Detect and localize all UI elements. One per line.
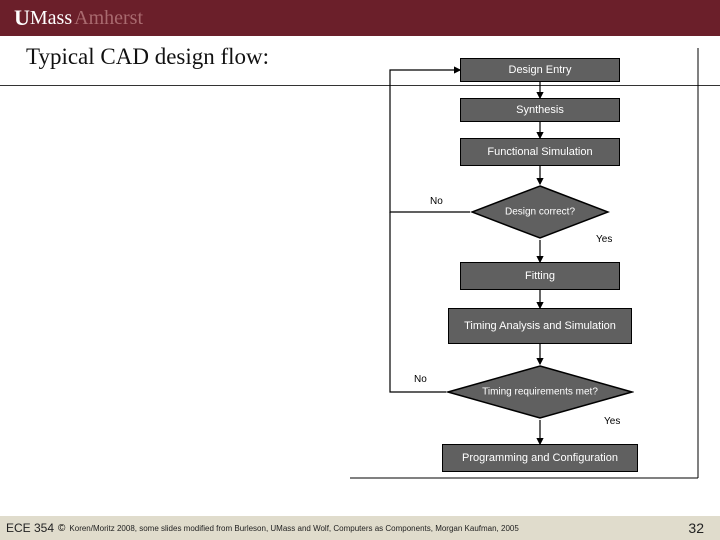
label-no-1: No: [430, 196, 443, 207]
logo-mass: Mass: [30, 7, 72, 30]
box-design-entry: Design Entry: [460, 58, 620, 82]
box-functional-sim: Functional Simulation: [460, 138, 620, 166]
diamond-timing-met: Timing requirements met?: [446, 364, 634, 420]
footer-course: ECE 354: [0, 521, 54, 535]
logo-u: U: [14, 5, 30, 31]
label-yes-1: Yes: [596, 234, 612, 245]
diamond-design-correct-text: Design correct?: [470, 207, 610, 218]
footer-page-number: 32: [688, 520, 704, 536]
footer-copyright: ©: [58, 523, 65, 534]
box-fitting: Fitting: [460, 262, 620, 290]
label-yes-2: Yes: [604, 416, 620, 427]
label-no-2: No: [414, 374, 427, 385]
flowchart: Design Entry Synthesis Functional Simula…: [330, 48, 710, 508]
logo-amherst: Amherst: [74, 7, 143, 30]
box-timing-analysis: Timing Analysis and Simulation: [448, 308, 632, 344]
diamond-design-correct: Design correct?: [470, 184, 610, 240]
header-bar: UMassAmherst: [0, 0, 720, 36]
diamond-timing-met-text: Timing requirements met?: [446, 387, 634, 398]
box-synthesis: Synthesis: [460, 98, 620, 122]
box-programming: Programming and Configuration: [442, 444, 638, 472]
footer-bar: ECE 354 © Koren/Moritz 2008, some slides…: [0, 516, 720, 540]
footer-credits: Koren/Moritz 2008, some slides modified …: [69, 524, 518, 533]
